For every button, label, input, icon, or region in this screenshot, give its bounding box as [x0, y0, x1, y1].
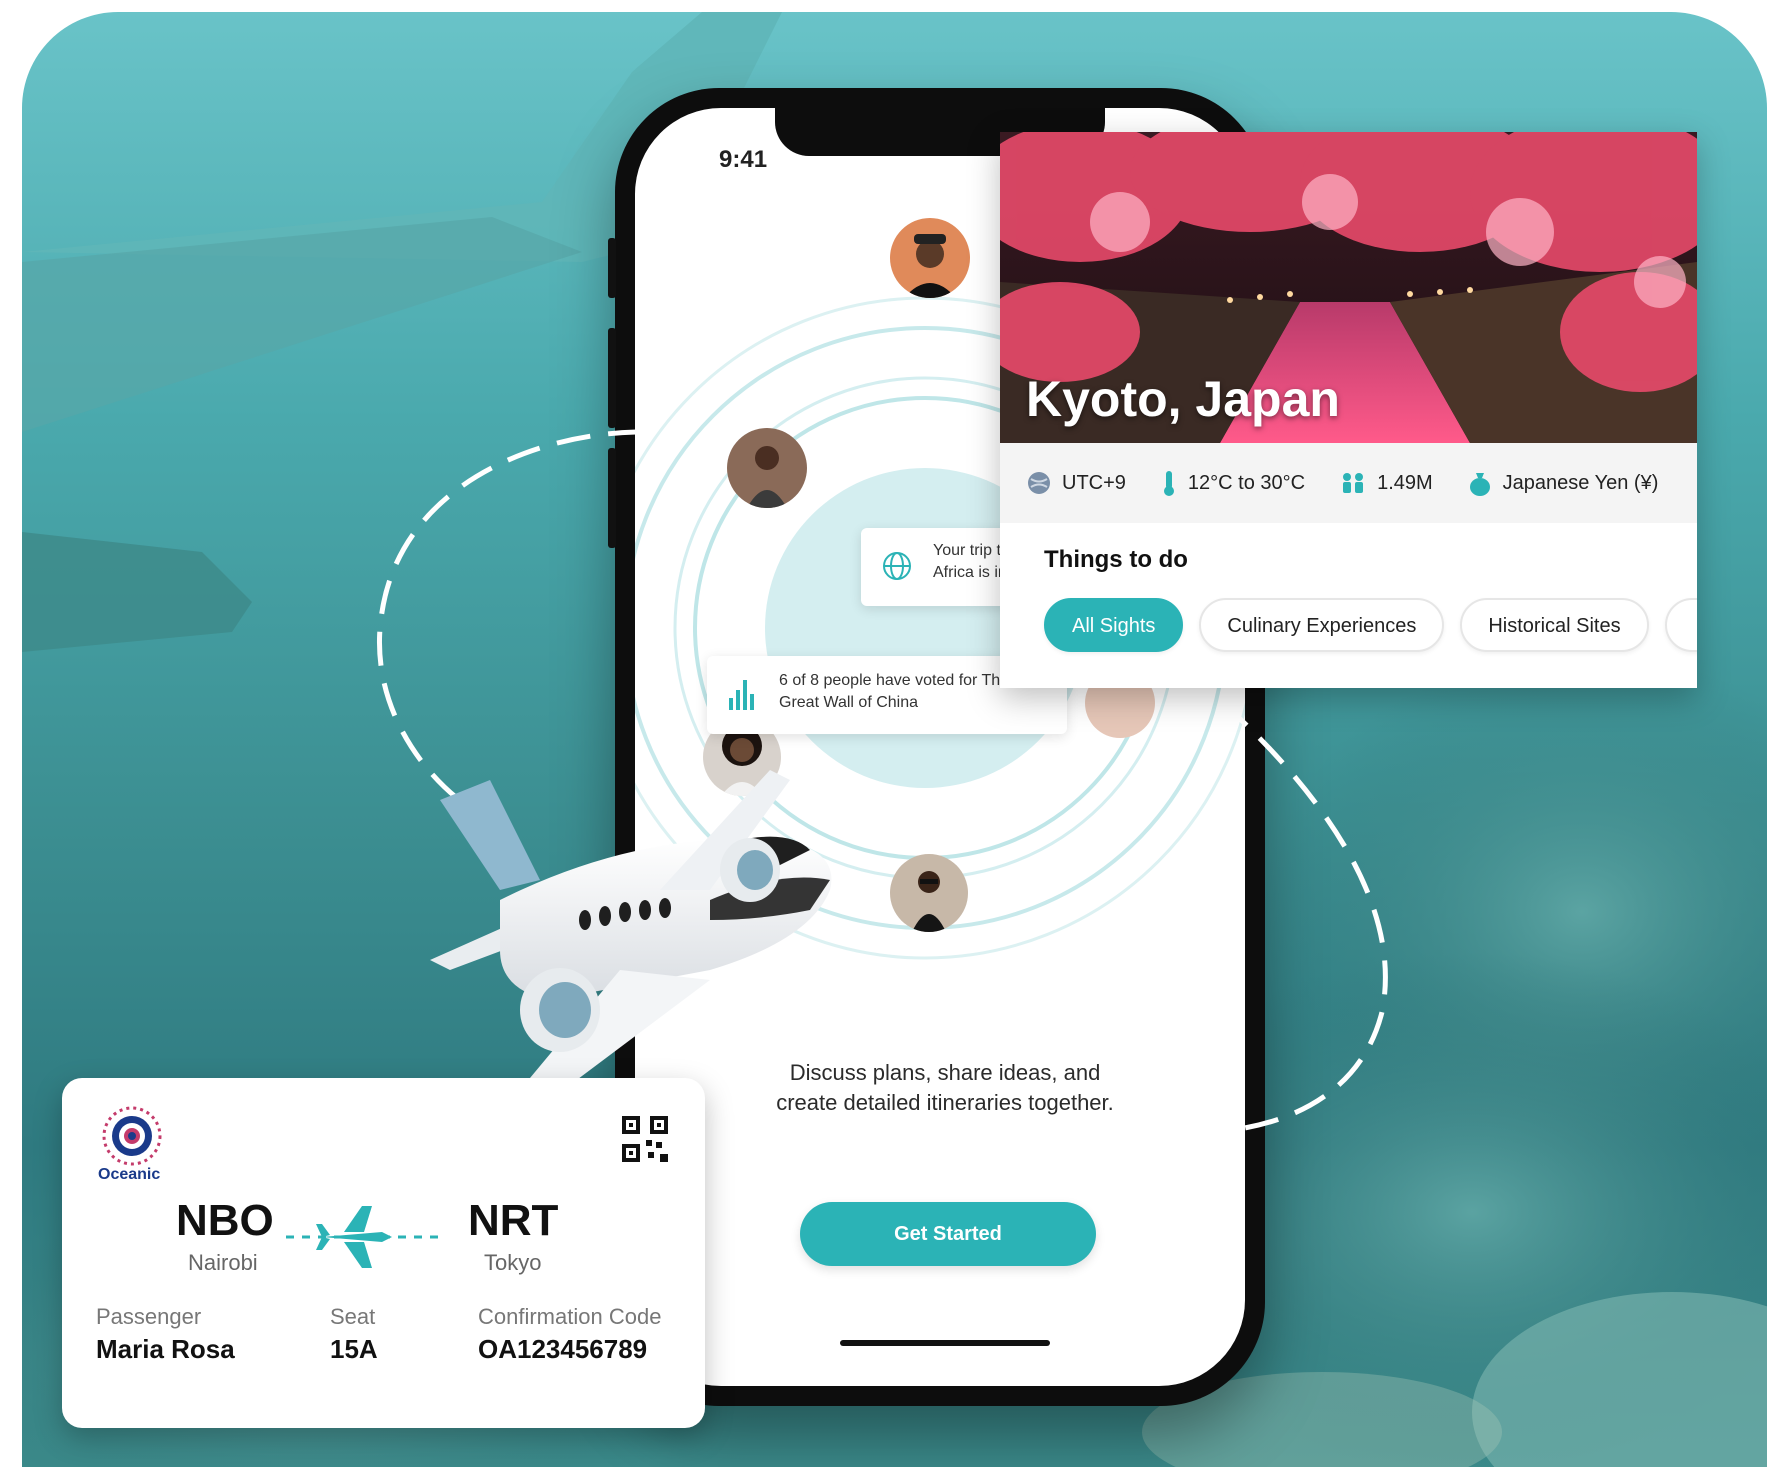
destination-city: Tokyo: [484, 1250, 542, 1275]
wing-tip: [22, 532, 252, 652]
chip-all-sights[interactable]: All Sights: [1044, 598, 1184, 652]
flight-route-icon: [286, 1206, 438, 1268]
boarding-pass: Oceanic NBO Nairobi NRT Tokyo Passenger …: [62, 1078, 705, 1428]
destination-stats: UTC+9 12°C to 30°C 1.49M Japanese Yen (¥…: [1000, 443, 1697, 523]
destination-title: Kyoto, Japan: [1026, 371, 1340, 427]
confirmation-label: Confirmation Code: [478, 1304, 662, 1329]
category-chips: All Sights Culinary Experiences Historic…: [1044, 598, 1697, 652]
passenger-label: Passenger: [96, 1304, 202, 1329]
chip-culinary-experiences[interactable]: Culinary Experiences: [1199, 598, 1445, 652]
avatar-man-sitting: [727, 428, 807, 508]
seat-value: 15A: [330, 1334, 378, 1364]
money-bag-icon: [1469, 473, 1490, 496]
destination-code: NRT: [468, 1196, 559, 1245]
chip-overflow[interactable]: [1664, 598, 1697, 652]
chip-historical-sites[interactable]: Historical Sites: [1460, 598, 1649, 652]
destination-card: Kyoto, Japan UTC+9 12°C to 30°C 1.49M Ja…: [1000, 132, 1697, 688]
stat-population: 1.49M: [1339, 471, 1433, 495]
oceanic-logo: [102, 1106, 162, 1166]
origin-city: Nairobi: [188, 1250, 258, 1275]
hero-scene: 9:41 Your trip Africa is 6 of 8 people h…: [22, 12, 1767, 1467]
stat-temperature: 12°C to 30°C: [1160, 469, 1305, 497]
qr-code-icon[interactable]: [622, 1116, 668, 1162]
stat-population-label: 1.49M: [1377, 471, 1433, 494]
stat-temperature-label: 12°C to 30°C: [1187, 471, 1306, 494]
globe-icon: [1028, 472, 1050, 494]
people-icon: [1343, 473, 1364, 493]
airline-name: Oceanic: [98, 1166, 161, 1183]
confirmation-value: OA123456789: [478, 1334, 648, 1364]
thermometer-icon: [1163, 471, 1174, 496]
avatar-woman-street: [890, 854, 968, 932]
stat-timezone: UTC+9: [1026, 470, 1126, 496]
airplane-illustration: [430, 770, 832, 1100]
stat-timezone-label: UTC+9: [1062, 471, 1126, 494]
avatar-man-hat: [890, 218, 970, 298]
things-to-do-title: Things to do: [1044, 546, 1188, 573]
seat-label: Seat: [330, 1304, 376, 1329]
stat-currency: Japanese Yen (¥): [1467, 469, 1659, 497]
home-indicator: [840, 1340, 1050, 1346]
stat-currency-label: Japanese Yen (¥): [1502, 471, 1659, 494]
trip-notification-text: Your trip to Africa is in: [933, 542, 1010, 581]
get-started-button[interactable]: Get Started: [800, 1202, 1096, 1266]
globe-icon: [883, 552, 911, 580]
passenger-value: Maria Rosa: [96, 1334, 235, 1364]
bar-chart-icon: [729, 680, 754, 710]
origin-code: NBO: [176, 1196, 274, 1245]
